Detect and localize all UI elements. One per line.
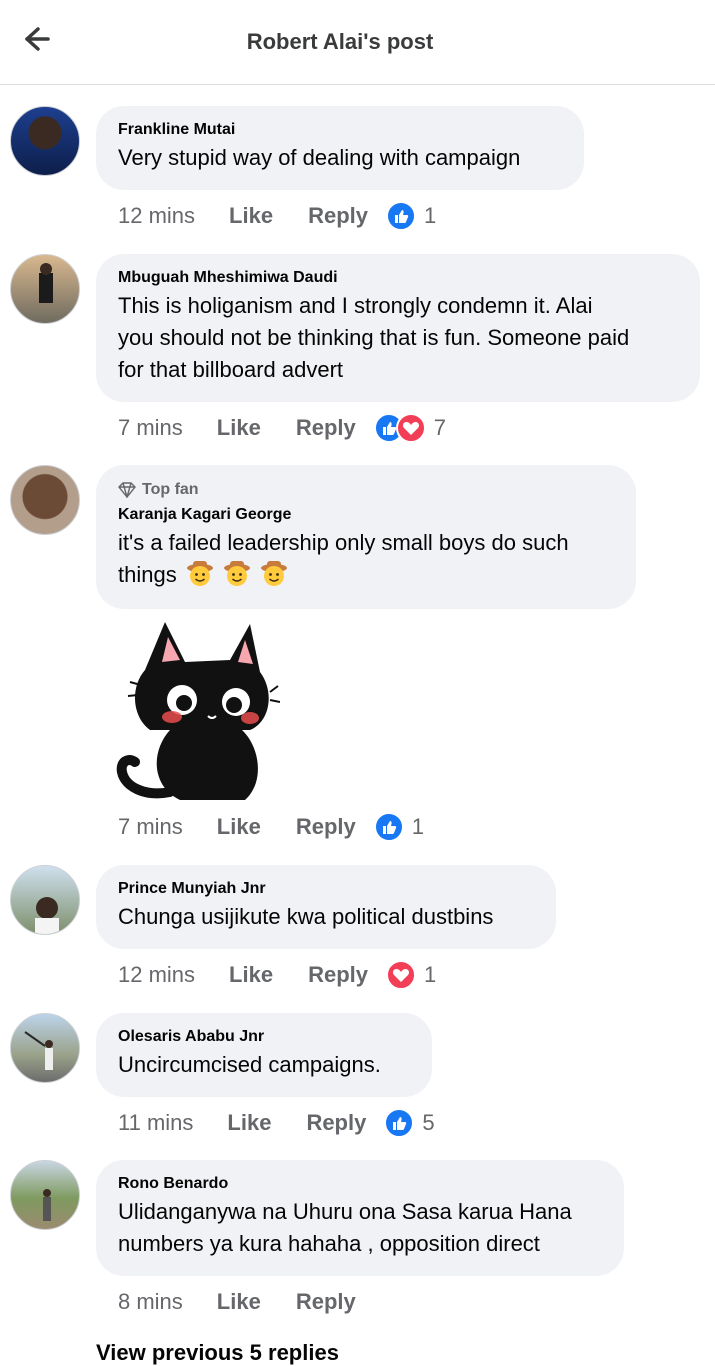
comment-time[interactable]: 11 mins xyxy=(118,1110,193,1136)
comment-time[interactable]: 12 mins xyxy=(118,203,195,229)
cowboy-face-emoji xyxy=(223,561,250,586)
comment-author[interactable]: Olesaris Ababu Jnr xyxy=(118,1027,410,1047)
comment-text-fragment: things xyxy=(118,562,177,587)
top-fan-badge: Top fan xyxy=(118,479,614,501)
reaction-count: 7 xyxy=(433,415,446,440)
like-button[interactable]: Like xyxy=(217,814,261,840)
avatar[interactable] xyxy=(10,106,80,176)
comment-bubble: Prince Munyiah Jnr Chunga usijikute kwa … xyxy=(96,865,556,949)
comment-author[interactable]: Frankline Mutai xyxy=(118,120,562,140)
like-reaction-icon xyxy=(386,201,416,231)
comment-text-line: for that billboard advert xyxy=(118,357,344,382)
comment-actions: 7 mins Like Reply 1 xyxy=(118,810,424,844)
page-title: Robert Alai's post xyxy=(246,29,434,54)
reply-button[interactable]: Reply xyxy=(296,1289,356,1315)
comment-actions: 8 mins Like Reply xyxy=(118,1285,356,1319)
comment-text: Very stupid way of dealing with campaign xyxy=(118,145,521,170)
comment-text: Uncircumcised campaigns. xyxy=(118,1052,381,1077)
comment-time[interactable]: 12 mins xyxy=(118,962,195,988)
black-cat-sticker[interactable] xyxy=(110,612,280,807)
reaction-count: 1 xyxy=(424,203,437,228)
comment-text-line: This is holiganism and I strongly condem… xyxy=(118,293,593,318)
comment-author[interactable]: Karanja Kagari George xyxy=(118,505,614,525)
like-button[interactable]: Like xyxy=(229,962,273,988)
view-previous-replies-link[interactable]: View previous 5 replies xyxy=(96,1340,339,1366)
comment-actions: 12 mins Like Reply 1 xyxy=(118,199,436,233)
comment-time[interactable]: 7 mins xyxy=(118,415,183,441)
comment-bubble: Mbuguah Mheshimiwa Daudi This is holigan… xyxy=(96,254,700,402)
comment-author[interactable]: Mbuguah Mheshimiwa Daudi xyxy=(118,268,678,288)
comment-text-line: Ulidanganywa na Uhuru ona Sasa karua Han… xyxy=(118,1199,572,1224)
comment-bubble: Olesaris Ababu Jnr Uncircumcised campaig… xyxy=(96,1013,432,1097)
reply-button[interactable]: Reply xyxy=(306,1110,366,1136)
comment-author[interactable]: Rono Benardo xyxy=(118,1174,602,1194)
love-reaction-icon xyxy=(395,413,426,443)
comment-actions: 7 mins Like Reply 7 xyxy=(118,411,446,445)
love-reaction-icon xyxy=(386,960,416,990)
comment-bubble: Frankline Mutai Very stupid way of deali… xyxy=(96,106,584,190)
comment-actions: 11 mins Like Reply 5 xyxy=(118,1106,435,1140)
top-bar: Robert Alai's post xyxy=(0,0,715,85)
reaction-count: 5 xyxy=(422,1110,435,1135)
comment-text: Chunga usijikute kwa political dustbins xyxy=(118,904,494,929)
reactions[interactable]: 7 xyxy=(373,413,446,443)
avatar[interactable] xyxy=(10,465,80,535)
reactions[interactable]: 1 xyxy=(373,812,424,842)
comment-author[interactable]: Prince Munyiah Jnr xyxy=(118,879,534,899)
cowboy-face-emoji xyxy=(186,561,213,586)
comment-actions: 12 mins Like Reply 1 xyxy=(118,958,436,992)
comment-bubble: Rono Benardo Ulidanganywa na Uhuru ona S… xyxy=(96,1160,624,1276)
top-fan-label: Top fan xyxy=(142,481,199,498)
reply-button[interactable]: Reply xyxy=(296,814,356,840)
comment-text-line: it's a failed leadership only small boys… xyxy=(118,530,569,555)
like-button[interactable]: Like xyxy=(217,1289,261,1315)
avatar[interactable] xyxy=(10,865,80,935)
reaction-count: 1 xyxy=(411,814,424,839)
reply-button[interactable]: Reply xyxy=(308,203,368,229)
cowboy-face-emoji xyxy=(261,561,288,586)
like-button[interactable]: Like xyxy=(229,203,273,229)
comment-time[interactable]: 7 mins xyxy=(118,814,183,840)
comment-text-line: you should not be thinking that is fun. … xyxy=(118,325,630,350)
comment-text-line: numbers ya kura hahaha , opposition dire… xyxy=(118,1231,540,1256)
comment-time[interactable]: 8 mins xyxy=(118,1289,183,1315)
like-button[interactable]: Like xyxy=(227,1110,271,1136)
avatar[interactable] xyxy=(10,254,80,324)
avatar[interactable] xyxy=(10,1160,80,1230)
like-reaction-icon xyxy=(373,812,404,842)
comment-text-line: things xyxy=(118,559,614,591)
avatar[interactable] xyxy=(10,1013,80,1083)
like-button[interactable]: Like xyxy=(217,415,261,441)
reaction-count: 1 xyxy=(424,962,437,987)
reactions[interactable]: 1 xyxy=(386,201,436,231)
reactions[interactable]: 5 xyxy=(384,1108,435,1138)
like-reaction-icon xyxy=(384,1108,415,1138)
diamond-icon xyxy=(118,482,136,498)
comment-bubble: Top fan Karanja Kagari George it's a fai… xyxy=(96,465,636,609)
reply-button[interactable]: Reply xyxy=(296,415,356,441)
reply-button[interactable]: Reply xyxy=(308,962,368,988)
reactions[interactable]: 1 xyxy=(386,960,436,990)
